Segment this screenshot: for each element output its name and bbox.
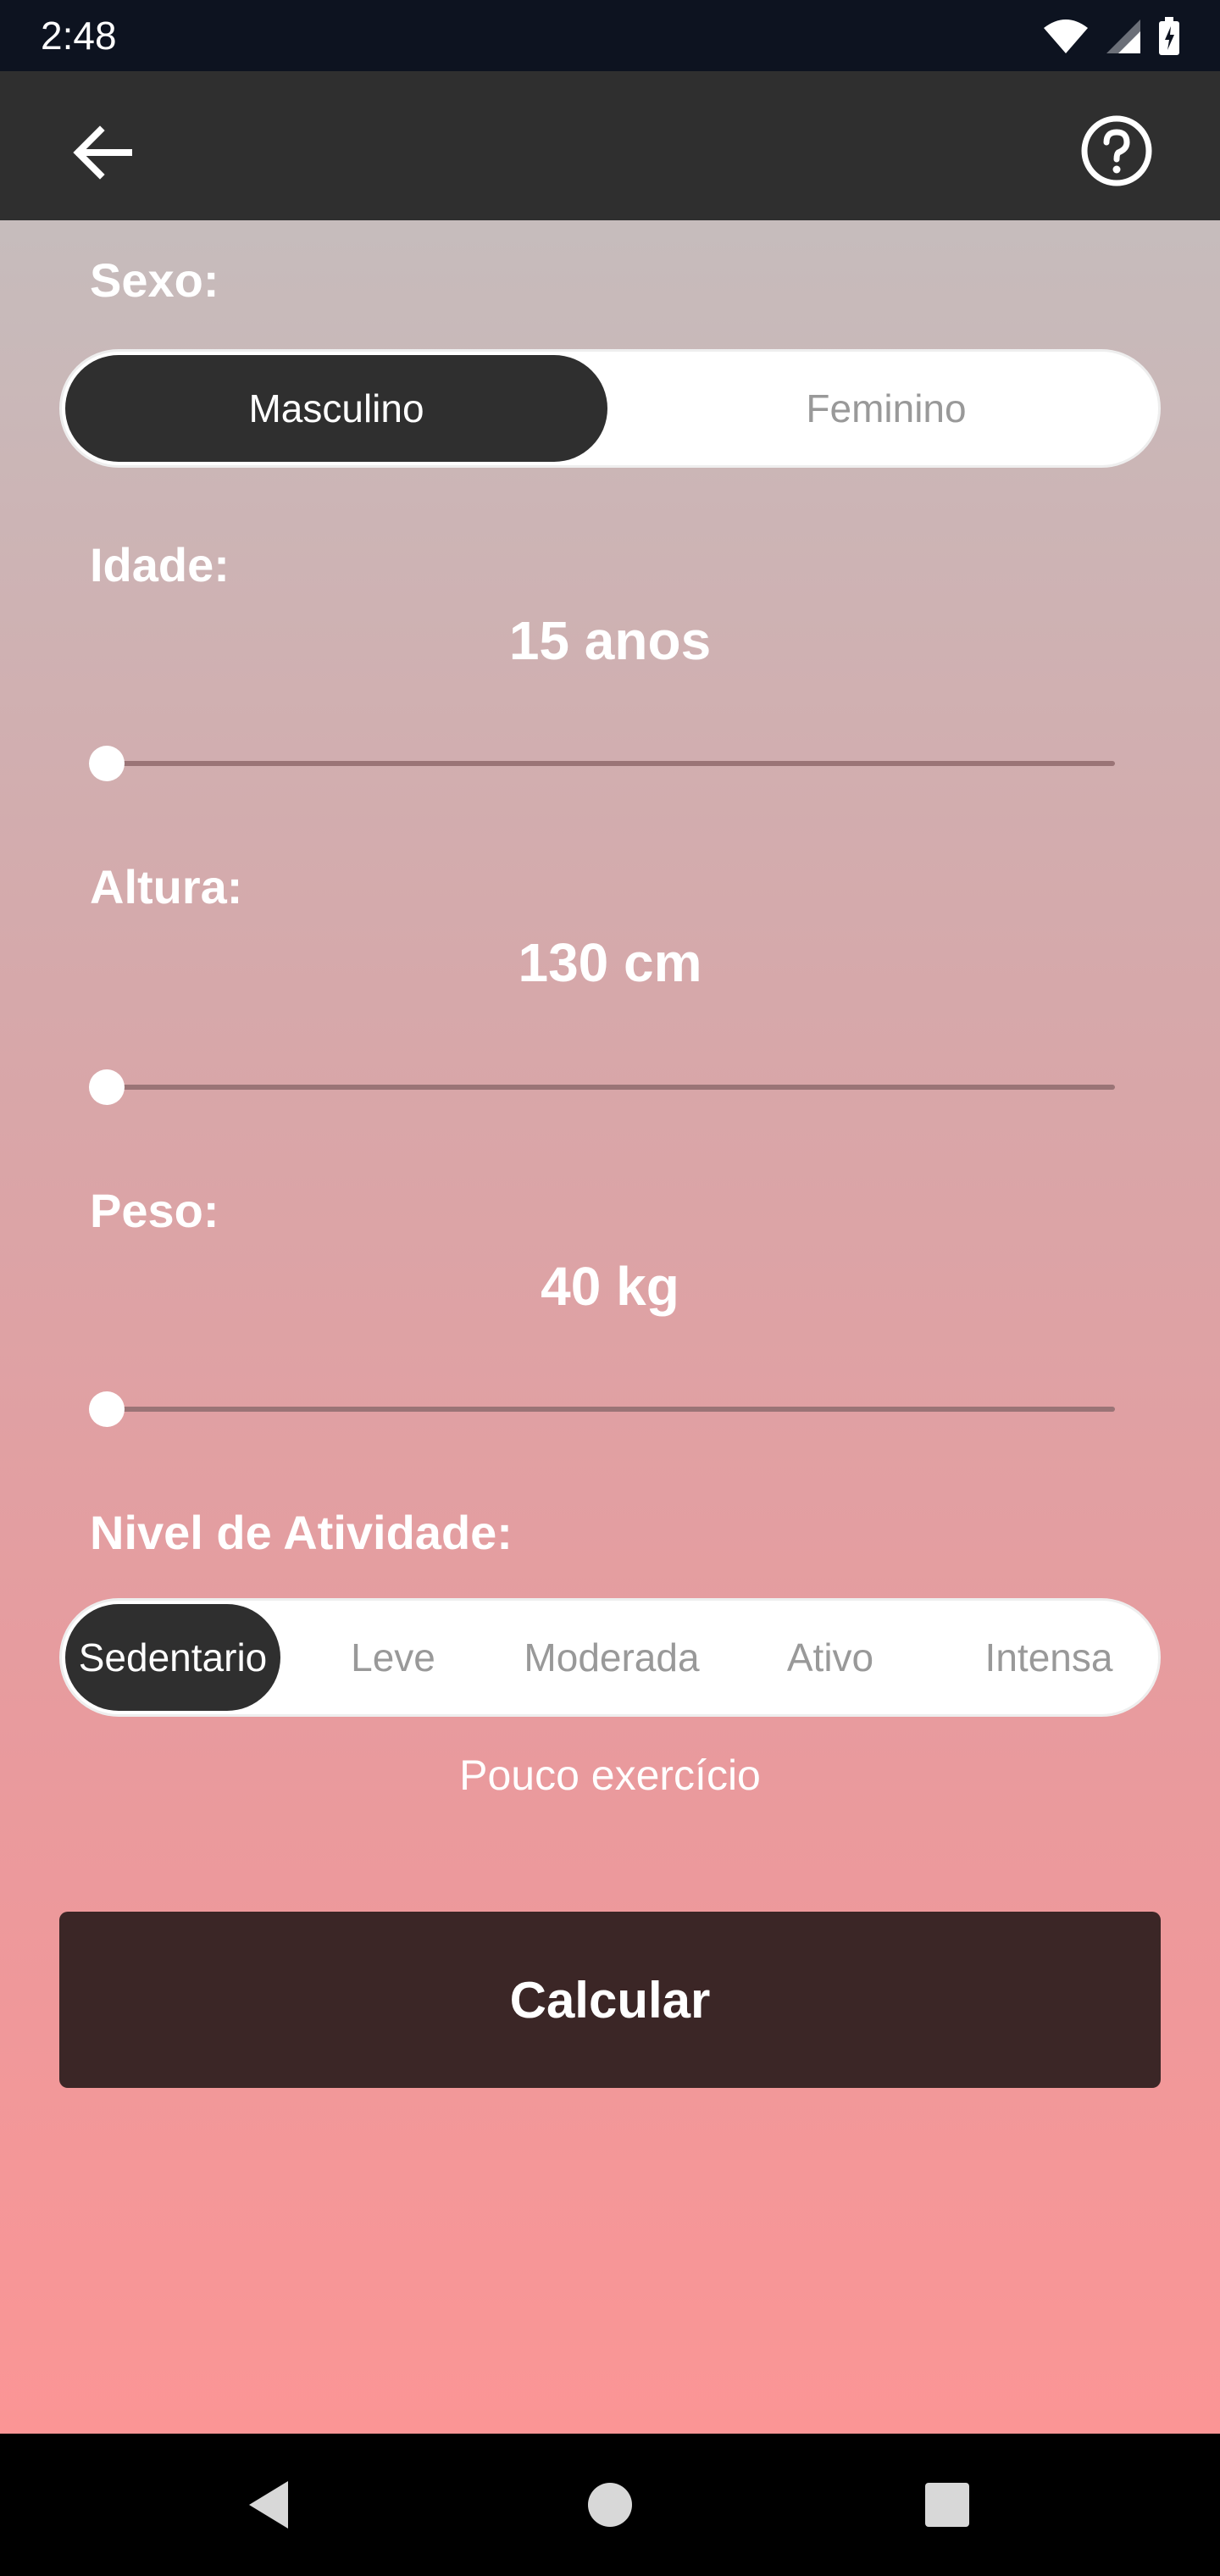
height-slider[interactable] [89,1069,1115,1105]
activity-selector: Sedentario Leve Moderada Ativo Intensa [59,1598,1161,1717]
activity-description: Pouco exercício [459,1752,761,1799]
weight-slider[interactable] [89,1391,1115,1427]
activity-option-sedentario[interactable]: Sedentario [65,1601,280,1714]
arrow-back-icon [73,125,132,180]
sex-option-masculino[interactable]: Masculino [65,352,607,465]
signal-icon [1106,19,1140,53]
activity-option-ativo[interactable]: Ativo [723,1601,938,1714]
home-circle-icon[interactable] [574,2469,646,2540]
activity-label: Nivel de Atividade: [90,1506,513,1559]
help-button[interactable] [1076,110,1157,192]
status-icons [1042,15,1181,58]
system-nav-bar [0,2434,1220,2576]
form-content: Sexo: Masculino Feminino Idade: 15 anos … [0,220,1220,2434]
age-slider-thumb[interactable] [89,746,125,781]
weight-label: Peso: [90,1184,219,1237]
height-label: Altura: [90,860,243,913]
activity-option-leve[interactable]: Leve [286,1601,501,1714]
app-bar [0,71,1220,220]
activity-option-moderada[interactable]: Moderada [504,1601,719,1714]
age-label: Idade: [90,538,230,591]
age-slider[interactable] [89,746,1115,781]
calculate-button[interactable]: Calcular [59,1912,1161,2088]
back-triangle-icon[interactable] [234,2469,305,2540]
status-bar: 2:48 [0,0,1220,71]
back-button[interactable] [61,114,142,195]
weight-value: 40 kg [541,1256,679,1317]
height-slider-thumb[interactable] [89,1069,125,1105]
activity-option-intensa[interactable]: Intensa [941,1601,1156,1714]
weight-slider-thumb[interactable] [89,1391,125,1427]
sex-label: Sexo: [90,253,219,307]
recents-square-icon[interactable] [912,2469,983,2540]
help-circle-icon [1081,115,1152,186]
sex-selector: Masculino Feminino [59,349,1161,468]
battery-icon [1159,17,1179,55]
sex-option-feminino[interactable]: Feminino [613,352,1160,465]
height-value: 130 cm [518,932,702,993]
age-value: 15 anos [508,610,712,671]
status-time: 2:48 [41,14,117,58]
wifi-icon [1044,19,1088,53]
